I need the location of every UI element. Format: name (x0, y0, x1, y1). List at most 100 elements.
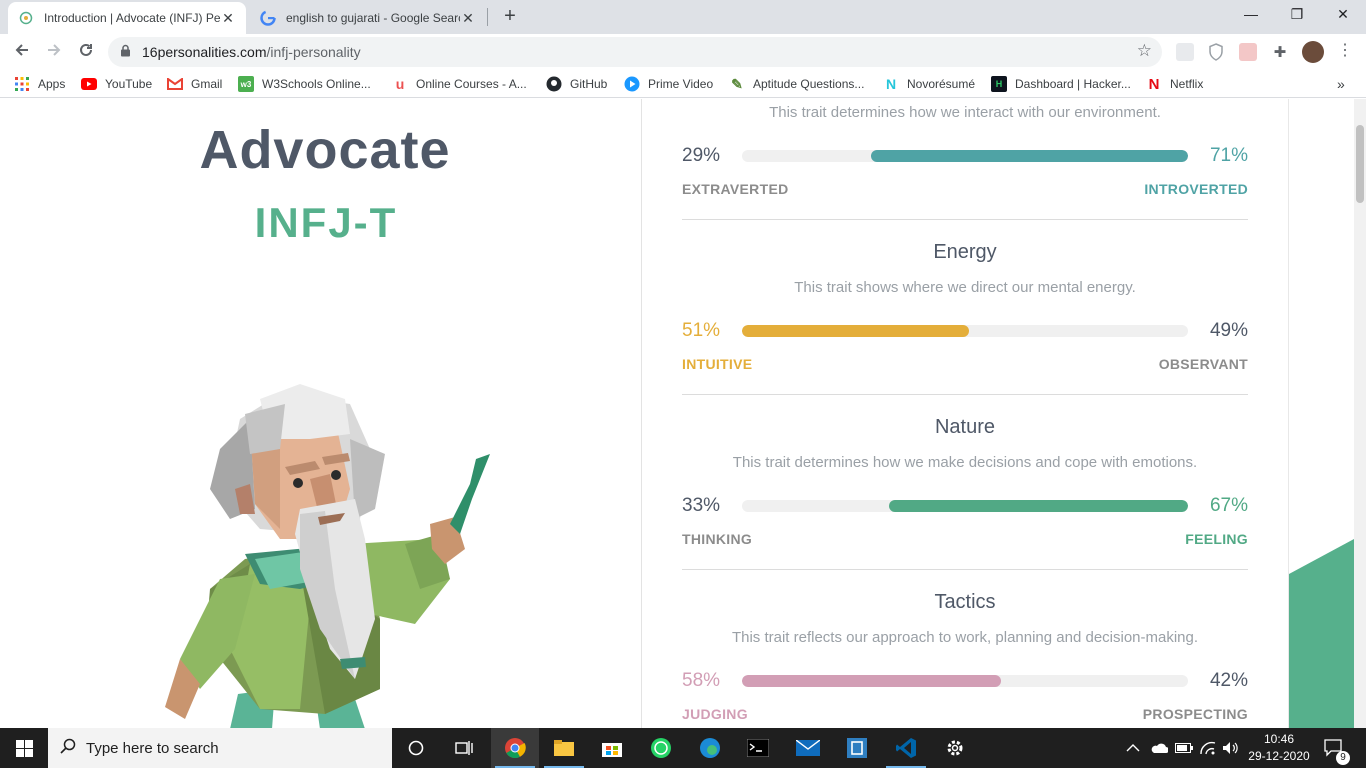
trait-description: This trait shows where we direct our men… (794, 279, 1136, 296)
back-arrow-icon (15, 44, 28, 56)
page-content: Advocate INFJ-T This trait determines ho… (0, 99, 1366, 728)
trait-left-percent: 29% (682, 145, 721, 166)
task-view-icon[interactable] (440, 728, 488, 768)
bookmark-udemy[interactable]: u Online Courses - A... (392, 75, 527, 93)
tab-16personalities[interactable]: Introduction | Advocate (INFJ) Pe ✕ (8, 2, 246, 34)
clock-time: 10:46 (1263, 732, 1295, 746)
settings-icon[interactable] (931, 728, 979, 768)
store-icon[interactable] (588, 728, 636, 768)
tab-close-icon[interactable]: ✕ (460, 10, 476, 27)
trait-left-percent: 58% (682, 670, 721, 691)
bookmark-label: Prime Video (648, 77, 714, 91)
back-button[interactable] (10, 40, 34, 64)
cortana-icon[interactable] (392, 728, 440, 768)
app-icon[interactable] (833, 728, 881, 768)
bookmark-github[interactable]: GitHub (546, 75, 607, 93)
tab-close-icon[interactable]: ✕ (220, 10, 236, 27)
vscode-icon[interactable] (882, 728, 930, 768)
taskbar-search[interactable]: Type here to search (48, 728, 392, 768)
personality-type-name: Advocate (199, 120, 451, 180)
battery-icon[interactable] (1175, 728, 1193, 768)
trait-left-label: JUDGING (682, 706, 748, 722)
extension-3-icon[interactable] (1239, 43, 1257, 61)
tab-separator (487, 8, 488, 26)
wifi-icon[interactable] (1200, 728, 1216, 768)
aptitude-icon: ✎ (731, 75, 743, 92)
close-window-button[interactable]: ✕ (1320, 0, 1366, 30)
trait-bar-fill (871, 150, 1188, 162)
trait-bar (742, 675, 1188, 687)
trait-description: This trait determines how we make decisi… (732, 454, 1198, 471)
trait-separator (682, 394, 1248, 395)
bookmark-label: Gmail (191, 77, 223, 91)
bookmark-gmail[interactable]: Gmail (167, 75, 222, 93)
trait-left-percent: 51% (682, 320, 721, 341)
bookmarks-bar: Apps YouTube Gmail w3 W3Schools Online..… (0, 70, 1366, 98)
gmail-icon (167, 76, 183, 92)
show-hidden-icons-button[interactable] (1126, 728, 1140, 768)
bookmark-label: Dashboard | Hacker... (1015, 77, 1131, 91)
onedrive-icon[interactable] (1150, 728, 1168, 768)
forward-button[interactable] (42, 40, 66, 64)
bookmark-prime-video[interactable]: Prime Video (624, 75, 713, 93)
prime-video-icon (624, 76, 640, 92)
shield-extension-icon[interactable] (1208, 43, 1226, 61)
trait-bar (742, 150, 1188, 162)
w3schools-icon: w3 (238, 76, 254, 92)
reload-button[interactable] (74, 40, 98, 64)
taskbar-clock[interactable]: 10:46 29-12-2020 (1248, 731, 1310, 765)
terminal-icon[interactable] (734, 728, 782, 768)
bookmark-label: Apps (38, 77, 66, 91)
new-tab-button[interactable]: + (498, 5, 522, 29)
minimize-button[interactable]: — (1228, 0, 1274, 30)
trait-title: Energy (933, 241, 997, 263)
reload-icon (80, 43, 92, 56)
trait-description: This trait reflects our approach to work… (731, 629, 1199, 646)
forward-arrow-icon (48, 44, 61, 56)
edge-icon[interactable] (686, 728, 734, 768)
bookmark-label: Aptitude Questions... (753, 77, 865, 91)
bookmark-hackerrank[interactable]: H Dashboard | Hacker... (991, 75, 1131, 93)
whatsapp-icon[interactable] (637, 728, 685, 768)
volume-icon[interactable] (1222, 728, 1240, 768)
start-button[interactable] (0, 728, 48, 768)
bookmark-aptitude[interactable]: ✎ Aptitude Questions... (729, 75, 864, 93)
bookmark-youtube[interactable]: YouTube (81, 75, 152, 93)
trait-title: Nature (934, 416, 996, 438)
trait-right-label: INTROVERTED (1144, 181, 1248, 197)
address-bar[interactable]: 16personalities.com/infj-personality ☆ (108, 37, 1162, 67)
bookmark-label: Netflix (1170, 77, 1204, 91)
restore-button[interactable]: ❐ (1274, 0, 1320, 30)
trait-right-percent: 71% (1209, 145, 1248, 166)
tab-strip: Introduction | Advocate (INFJ) Pe ✕ engl… (0, 0, 1366, 34)
chrome-icon[interactable] (491, 728, 539, 768)
tab-google-search[interactable]: english to gujarati - Google Searc ✕ (250, 2, 486, 34)
extensions-puzzle-icon[interactable]: ✚ (1271, 43, 1289, 61)
bookmark-label: YouTube (105, 77, 153, 91)
file-explorer-icon[interactable] (540, 728, 588, 768)
trait-right-label: OBSERVANT (1158, 356, 1248, 372)
extension-1-icon[interactable] (1176, 43, 1194, 61)
bookmarks-overflow-button[interactable]: » (1337, 75, 1345, 93)
trait-left-label: INTUITIVE (682, 356, 753, 372)
bookmark-label: W3Schools Online... (262, 77, 371, 91)
bookmark-netflix[interactable]: N Netflix (1146, 75, 1204, 93)
bookmark-label: GitHub (570, 77, 608, 91)
browser-toolbar: 16personalities.com/infj-personality ☆ ✚… (0, 34, 1366, 70)
lock-icon (120, 44, 134, 60)
bookmark-w3schools[interactable]: w3 W3Schools Online... (238, 75, 371, 93)
apps-grid-icon (14, 76, 30, 92)
bookmark-star-icon[interactable]: ☆ (1137, 41, 1152, 61)
notifications-button[interactable]: 9 (1324, 728, 1350, 768)
chrome-menu-icon[interactable]: ⋮ (1336, 43, 1354, 61)
scrollbar-thumb[interactable] (1356, 125, 1364, 203)
mail-icon[interactable] (784, 728, 832, 768)
trait-bar-fill (889, 500, 1188, 512)
bookmark-apps[interactable]: Apps (14, 75, 65, 93)
trait-separator (682, 569, 1248, 570)
trait-title: Tactics (934, 591, 996, 613)
trait-description: This trait determines how we interact wi… (769, 104, 1161, 121)
trait-left-percent: 33% (682, 495, 721, 516)
bookmark-novoresume[interactable]: N Novorésumé (883, 75, 975, 93)
profile-avatar[interactable] (1302, 41, 1324, 63)
